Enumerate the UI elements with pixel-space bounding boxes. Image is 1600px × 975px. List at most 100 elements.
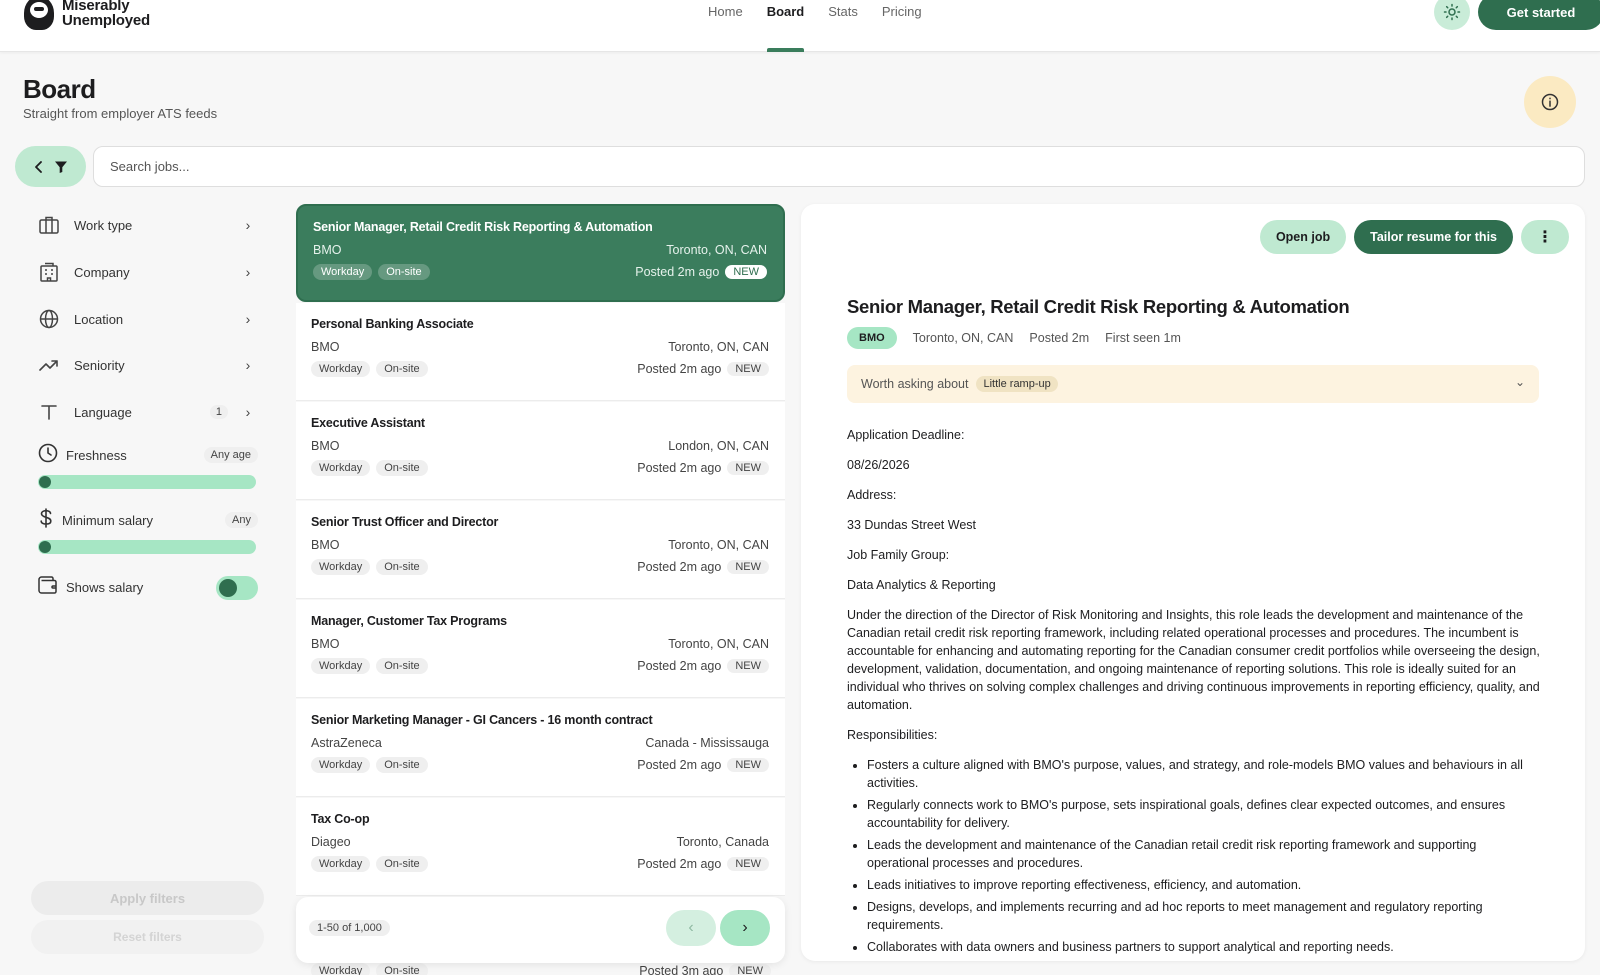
list-item: Leads the development and maintenance of… bbox=[867, 836, 1541, 872]
chevron-right-icon: › bbox=[245, 217, 251, 233]
main-nav: Home Board Stats Pricing bbox=[696, 0, 934, 52]
page-title: Board bbox=[23, 74, 96, 104]
job-card[interactable]: Senior Marketing Manager - GI Cancers - … bbox=[296, 699, 785, 797]
more-options-button[interactable]: ⋮ bbox=[1521, 220, 1569, 254]
description-paragraph: Job Family Group: bbox=[847, 548, 950, 562]
min-salary-value: Any bbox=[225, 512, 258, 528]
nav-home[interactable]: Home bbox=[696, 0, 755, 52]
filter-language[interactable]: Language 1 › bbox=[38, 399, 256, 425]
list-item: Designs, develops, and implements recurr… bbox=[867, 898, 1541, 934]
detail-location: Toronto, ON, CAN bbox=[912, 331, 1014, 345]
filter-company-label: Company bbox=[74, 264, 130, 280]
shows-salary-toggle[interactable] bbox=[216, 576, 258, 600]
work-mode-tag: On-site bbox=[376, 757, 428, 773]
filter-icon bbox=[54, 161, 67, 173]
get-started-button[interactable]: Get started bbox=[1478, 0, 1600, 30]
description-paragraph: 08/26/2026 bbox=[847, 458, 910, 472]
job-card[interactable]: Senior Trust Officer and Director BMO Tor… bbox=[296, 501, 785, 599]
job-card[interactable]: Personal Banking Associate BMO Toronto, O… bbox=[296, 303, 785, 401]
min-salary-slider-handle[interactable] bbox=[39, 541, 51, 553]
filter-seniority[interactable]: Seniority › bbox=[38, 352, 256, 378]
nav-board[interactable]: Board bbox=[755, 0, 817, 52]
job-description: Application Deadline: 08/26/2026 Address… bbox=[847, 426, 1541, 960]
reset-filters-button[interactable]: Reset filters bbox=[31, 920, 264, 954]
freshness-slider-handle[interactable] bbox=[39, 476, 51, 488]
tailor-resume-button[interactable]: Tailor resume for this bbox=[1354, 220, 1513, 254]
trending-up-icon bbox=[38, 354, 60, 376]
job-company: BMO bbox=[311, 637, 340, 651]
result-count: 1-50 of 1,000 bbox=[309, 920, 390, 936]
pagination-bar: 1-50 of 1,000 ‹ › bbox=[296, 897, 785, 963]
job-card[interactable]: Tax Co-op Diageo Toronto, Canada Workday O… bbox=[296, 798, 785, 896]
list-item: Collaborates with data owners and busine… bbox=[867, 938, 1541, 956]
min-salary-slider[interactable] bbox=[38, 540, 256, 554]
dollar-icon bbox=[38, 507, 54, 533]
filter-work-type[interactable]: Work type › bbox=[38, 212, 256, 238]
list-item: Fosters a culture aligned with BMO's pur… bbox=[867, 756, 1541, 792]
new-badge: NEW bbox=[729, 964, 771, 975]
apply-filters-button[interactable]: Apply filters bbox=[31, 881, 264, 915]
page-subtitle: Straight from employer ATS feeds bbox=[23, 106, 218, 121]
work-mode-tag: On-site bbox=[378, 264, 430, 280]
job-company: BMO bbox=[313, 243, 342, 257]
building-icon bbox=[38, 261, 60, 283]
job-card[interactable]: Manager, Customer Tax Programs BMO Toront… bbox=[296, 600, 785, 698]
chevron-right-icon: › bbox=[245, 357, 251, 373]
wallet-icon bbox=[38, 575, 58, 599]
chevron-right-icon: › bbox=[742, 919, 748, 936]
job-company: BMO bbox=[311, 340, 340, 354]
next-page-button[interactable]: › bbox=[720, 910, 770, 946]
freshness-slider[interactable] bbox=[38, 475, 256, 489]
posted-time: Posted 2m ago bbox=[637, 461, 722, 475]
job-title: Personal Banking Associate bbox=[311, 317, 474, 331]
new-badge: NEW bbox=[727, 461, 769, 475]
job-location: Toronto, ON, CAN bbox=[666, 243, 767, 257]
job-card-peek[interactable]: Workday On-site Posted 3m ago NEW bbox=[311, 963, 771, 975]
job-detail-title: Senior Manager, Retail Credit Risk Repor… bbox=[847, 296, 1350, 317]
job-card[interactable]: Senior Manager, Retail Credit Risk Repor… bbox=[296, 204, 785, 302]
previous-page-button[interactable]: ‹ bbox=[666, 910, 716, 946]
brand-logo[interactable]: Miserably Unemployed bbox=[24, 0, 150, 30]
text-icon bbox=[38, 401, 60, 423]
job-company: AstraZeneca bbox=[311, 736, 382, 750]
filter-location[interactable]: Location › bbox=[38, 306, 256, 332]
detail-actions: Open job Tailor resume for this ⋮ bbox=[1259, 220, 1569, 254]
ats-tag: Workday bbox=[311, 361, 371, 377]
sun-icon bbox=[1443, 3, 1461, 21]
top-bar: Miserably Unemployed Home Board Stats Pr… bbox=[0, 0, 1600, 52]
freshness-value: Any age bbox=[203, 447, 258, 463]
chevron-left-icon bbox=[34, 160, 42, 173]
worth-asking-label: Worth asking about bbox=[861, 377, 969, 391]
job-list: Senior Manager, Retail Credit Risk Repor… bbox=[296, 204, 785, 975]
filter-panel-toggle[interactable] bbox=[15, 146, 86, 187]
job-location: London, ON, CAN bbox=[668, 439, 769, 453]
clock-icon bbox=[38, 443, 58, 468]
brand-mark-icon bbox=[24, 0, 54, 30]
new-badge: NEW bbox=[727, 659, 769, 673]
filter-seniority-label: Seniority bbox=[74, 357, 125, 373]
posted-time: Posted 2m ago bbox=[637, 560, 722, 574]
description-paragraph: Responsibilities: bbox=[847, 728, 938, 742]
filter-company[interactable]: Company › bbox=[38, 259, 256, 285]
job-company: Diageo bbox=[311, 835, 351, 849]
freshness-label: Freshness bbox=[66, 447, 127, 463]
work-mode-tag: On-site bbox=[376, 963, 428, 975]
job-title: Senior Trust Officer and Director bbox=[311, 515, 499, 529]
company-badge: BMO bbox=[847, 327, 897, 349]
info-button[interactable] bbox=[1524, 76, 1576, 128]
job-location: Toronto, Canada bbox=[676, 835, 769, 849]
chevron-left-icon: ‹ bbox=[688, 919, 694, 936]
chevron-down-icon: ⌄ bbox=[1514, 375, 1525, 389]
nav-stats[interactable]: Stats bbox=[816, 0, 870, 52]
nav-pricing[interactable]: Pricing bbox=[870, 0, 934, 52]
new-badge: NEW bbox=[727, 560, 769, 574]
posted-time: Posted 2m ago bbox=[635, 265, 720, 279]
worth-asking-dropdown[interactable]: Worth asking about Little ramp-up ⌄ bbox=[847, 365, 1539, 403]
work-mode-tag: On-site bbox=[376, 361, 428, 377]
open-job-button[interactable]: Open job bbox=[1259, 220, 1347, 254]
theme-toggle-button[interactable] bbox=[1434, 0, 1470, 30]
info-icon bbox=[1541, 93, 1559, 111]
ats-tag: Workday bbox=[311, 963, 371, 975]
search-input[interactable] bbox=[93, 146, 1585, 187]
job-card[interactable]: Executive Assistant BMO London, ON, CAN W… bbox=[296, 402, 785, 500]
